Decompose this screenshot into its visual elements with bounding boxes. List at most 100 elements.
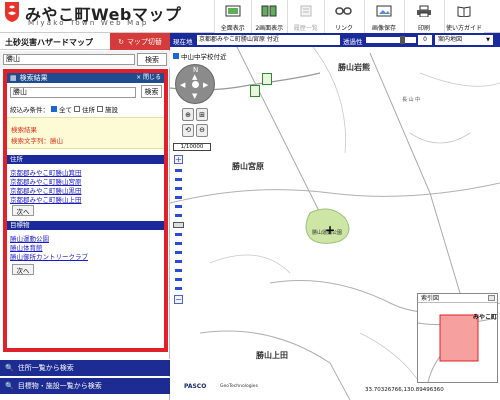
map-switch-label: マップ切替	[126, 37, 162, 46]
filter-all-label: 全て	[59, 106, 72, 114]
zoom-level-tick[interactable]	[174, 277, 183, 282]
index-map-minimize-button[interactable]	[488, 295, 495, 301]
junior-high-checkbox[interactable]	[173, 53, 179, 59]
filter-facility-checkbox[interactable]	[97, 106, 103, 112]
map-view[interactable]: 勝山岩熊 勝山宮原 勝山上田 勝山運動公園 長 山 中 + 現在地 京都郡みやこ…	[170, 33, 500, 400]
zoom-level-tick[interactable]	[174, 168, 183, 173]
landmark-result-link[interactable]: 勝山御所カントリークラブ	[10, 251, 88, 261]
pan-up-icon[interactable]: ▲	[192, 73, 197, 81]
link-icon	[335, 4, 353, 18]
history-button[interactable]: 履歴一覧	[287, 0, 324, 33]
facility-marker-icon[interactable]	[262, 73, 272, 85]
filter-address-checkbox[interactable]	[74, 106, 80, 112]
zoom-level-tick[interactable]	[174, 177, 183, 182]
result-query: 検索文字列：勝山	[11, 137, 63, 145]
sidebar-search-input[interactable]: 勝山	[3, 54, 135, 65]
zoom-level-tick[interactable]	[174, 250, 183, 255]
zoom-tool-buttons: ⊕ ⊞ ⟲ ⊖	[182, 108, 208, 138]
zoom-level-tick[interactable]	[174, 213, 183, 218]
index-map[interactable]: 索引図 みやこ町	[417, 293, 498, 383]
map-scale: 1/10000	[173, 143, 211, 151]
zoom-slider[interactable]: + −	[173, 155, 184, 345]
index-map-label: みやこ町	[473, 314, 498, 321]
zoom-out-button[interactable]: −	[174, 295, 183, 304]
result-summary: 検索結果 検索文字列：勝山	[7, 117, 164, 149]
geotech-attribution: GeoTechnologies	[220, 384, 258, 389]
pan-right-icon[interactable]: ▶	[203, 81, 208, 89]
landmark-next-button[interactable]: 次へ	[12, 264, 34, 275]
panel-title: 検索結果	[19, 74, 48, 82]
opacity-label: 透過性	[343, 38, 363, 46]
search-results-panel: ▦ 検索結果 × 閉じる 勝山 検索 絞込み条件： 全て 住所 施設 検索結果 …	[3, 69, 168, 352]
zoom-level-tick[interactable]	[174, 286, 183, 291]
landmark-list-search-button[interactable]: 🔍 目標物・施設一覧から検索	[0, 377, 170, 394]
zoom-level-tick[interactable]	[174, 232, 183, 237]
fullscreen-button[interactable]: 全面表示	[214, 0, 251, 33]
panel-handle-icon: ▦	[10, 74, 17, 82]
junior-high-toggle[interactable]: 中山中学校付近	[173, 51, 227, 61]
zoom-slider-thumb[interactable]	[173, 222, 184, 228]
link-button[interactable]: リンク	[323, 0, 364, 33]
current-location-label: 現在地	[173, 38, 193, 46]
chevron-down-icon: ▼	[486, 37, 490, 43]
save-image-button[interactable]: 画像保存	[363, 0, 404, 33]
save-image-label: 画像保存	[371, 25, 396, 32]
facility-marker-icon[interactable]	[250, 85, 260, 97]
junior-high-label: 中山中学校付近	[181, 53, 227, 61]
place-label: 勝山宮原	[232, 162, 264, 171]
print-icon	[415, 4, 433, 18]
pan-left-icon[interactable]: ◀	[180, 81, 185, 89]
zoom-level-tick[interactable]	[174, 186, 183, 191]
panel-search-button[interactable]: 検索	[141, 85, 162, 98]
print-label: 印刷	[417, 25, 430, 32]
filter-label: 絞込み条件：	[10, 106, 49, 114]
zoom-box-icon[interactable]: ⊞	[196, 108, 208, 121]
main-toolbar: 全面表示 2画面表示 履歴一覧 リンク 画像保存 印刷 使い方ガイド	[214, 0, 484, 33]
opacity-slider[interactable]	[366, 36, 416, 44]
guide-button[interactable]: 使い方ガイド	[443, 0, 484, 33]
history-label: 履歴一覧	[293, 25, 318, 32]
filter-row: 絞込み条件： 全て 住所 施設	[10, 104, 118, 114]
guide-label: 使い方ガイド	[445, 25, 482, 32]
address-result-link[interactable]: 京都郡みやこ町勝山上田	[10, 194, 82, 204]
result-heading: 検索結果	[11, 126, 37, 134]
zoom-level-tick[interactable]	[174, 241, 183, 246]
rotate-icon[interactable]: ⟲	[182, 123, 194, 137]
sidebar-search-button[interactable]: 検索	[137, 53, 167, 66]
place-label: 勝山上田	[256, 351, 288, 360]
address-next-button[interactable]: 次へ	[12, 205, 34, 216]
zoom-level-tick[interactable]	[174, 195, 183, 200]
split-screen-label: 2画面表示	[255, 25, 284, 32]
zoom-in-button[interactable]: +	[174, 155, 183, 164]
pan-center-icon[interactable]	[192, 81, 199, 88]
opacity-slider-thumb[interactable]	[399, 36, 405, 44]
print-button[interactable]: 印刷	[403, 0, 444, 33]
app-header: みやこ町Webマップ Miyako Town Web Map 全面表示 2画面表…	[0, 0, 500, 33]
center-crosshair-icon: +	[325, 223, 336, 237]
pan-control[interactable]: N ▲ ◀ ▶ ▼	[175, 64, 215, 104]
layer-select[interactable]: 案内地図 ▼	[435, 35, 493, 45]
split-screen-button[interactable]: 2画面表示	[250, 0, 287, 33]
pasco-attribution: PASCO	[184, 383, 207, 390]
pan-down-icon[interactable]: ▼	[192, 92, 197, 100]
zoom-level-tick[interactable]	[174, 268, 183, 273]
navigation-control: N ▲ ◀ ▶ ▼ ⊕ ⊞ ⟲ ⊖	[175, 64, 215, 140]
zoom-level-tick[interactable]	[174, 259, 183, 264]
current-address-field: 京都郡みやこ町勝山宮原 付近	[197, 35, 340, 45]
search-icon: 🔍	[5, 382, 14, 390]
search-icon: 🔍	[5, 364, 14, 372]
filter-address-label: 住所	[82, 106, 95, 114]
address-list-search-button[interactable]: 🔍 住所一覧から検索	[0, 359, 170, 376]
zoom-in-tool-icon[interactable]: ⊕	[182, 108, 194, 121]
panel-search-input[interactable]: 勝山	[10, 87, 136, 98]
map-switch-button[interactable]: ↻ マップ切替	[110, 33, 170, 50]
panel-close-button[interactable]: × 閉じる	[136, 73, 161, 83]
zoom-level-tick[interactable]	[174, 204, 183, 209]
landmark-list-label: 目標物・施設一覧から検索	[17, 382, 102, 390]
sidebar: 土砂災害ハザードマップ ↻ マップ切替 勝山 検索 ▦ 検索結果 × 閉じる 勝…	[0, 33, 170, 400]
address-bar: 現在地 京都郡みやこ町勝山宮原 付近 透過性 0 案内地図 ▼	[170, 33, 500, 47]
filter-all-checkbox[interactable]	[51, 106, 57, 112]
address-section-header: 住所	[7, 155, 164, 164]
split-screen-icon	[260, 4, 278, 18]
zoom-out-tool-icon[interactable]: ⊖	[196, 123, 208, 137]
